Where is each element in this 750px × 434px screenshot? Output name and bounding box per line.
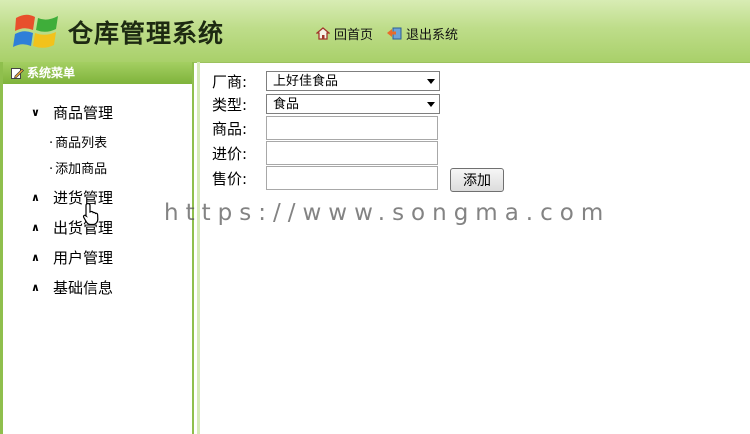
home-link[interactable]: 回首页 [316,24,373,43]
type-value: 食品 [273,97,300,112]
sidebar-item-add-product[interactable]: 添加商品 [49,158,107,177]
manufacturer-row: 厂商: 上好佳食品 [212,70,440,92]
sidebar-section-product[interactable]: ∨ 商品管理 [31,102,113,123]
product-input[interactable] [266,116,438,140]
cost-row: 进价: [212,141,438,165]
logout-link-label: 退出系统 [406,28,459,43]
logout-icon [387,27,402,40]
sidebar: 系统菜单 ∨ 商品管理 商品列表 添加商品 ∧ 进货管理 ∧ 出货管理 ∧ 用户… [0,62,194,434]
manufacturer-select[interactable]: 上好佳食品 [266,71,440,91]
content-divider [197,62,200,434]
add-button[interactable]: 添加 [450,168,504,192]
cost-label: 进价: [212,144,248,163]
type-label: 类型: [212,95,248,114]
sidebar-item-product-list[interactable]: 商品列表 [49,132,107,151]
app-header: 仓库管理系统 回首页 退出系统 [0,0,750,63]
chevron-up-icon: ∧ [31,191,40,204]
home-link-label: 回首页 [334,28,374,43]
manufacturer-label: 厂商: [212,72,248,91]
sidebar-title: 系统菜单 [27,66,76,80]
sidebar-header: 系统菜单 [3,62,192,84]
chevron-up-icon: ∧ [31,221,40,234]
sidebar-section-label: 商品管理 [53,104,114,122]
manufacturer-value: 上好佳食品 [273,74,339,89]
home-icon [316,27,330,40]
windows-logo-icon [13,14,58,48]
app-title: 仓库管理系统 [68,19,225,48]
chevron-up-icon: ∧ [31,251,40,264]
price-row: 售价: [212,166,438,190]
chevron-down-icon: ∨ [31,106,40,119]
sidebar-section-label: 基础信息 [53,279,114,297]
chevron-up-icon: ∧ [31,281,40,294]
dropdown-arrow-icon [427,79,435,84]
cost-price-input[interactable] [266,141,438,165]
sidebar-section-users[interactable]: ∧ 用户管理 [31,247,113,268]
watermark-text: https://www.songma.com [164,200,611,226]
type-select[interactable]: 食品 [266,94,440,114]
edit-menu-icon [11,67,24,79]
sidebar-section-label: 用户管理 [53,249,114,267]
type-row: 类型: 食品 [212,93,440,115]
product-row: 商品: [212,116,438,140]
hand-cursor-icon [82,202,99,226]
sale-price-input[interactable] [266,166,438,190]
price-label: 售价: [212,169,248,188]
product-label: 商品: [212,119,248,138]
logout-link[interactable]: 退出系统 [386,24,458,43]
dropdown-arrow-icon [427,102,435,107]
sidebar-section-basic-info[interactable]: ∧ 基础信息 [31,277,113,298]
